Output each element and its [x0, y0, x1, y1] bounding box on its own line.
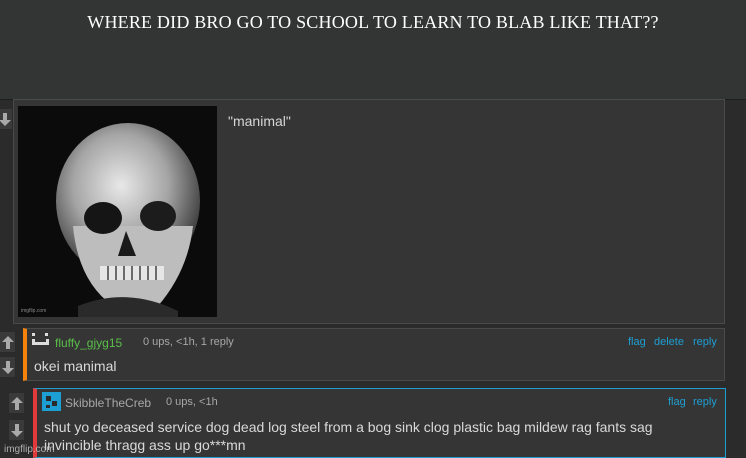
- reply-link[interactable]: reply: [693, 396, 717, 408]
- downvote-button[interactable]: [0, 356, 16, 378]
- arrow-down-icon: [10, 423, 23, 437]
- comment-username[interactable]: SkibbleTheCreb: [65, 396, 151, 410]
- comment-text-line2: invincible thragg ass up go***mn: [44, 437, 246, 453]
- arrow-up-icon: [1, 335, 14, 349]
- skull-image: [18, 106, 217, 317]
- arrow-up-icon: [10, 396, 23, 410]
- avatar-icon: [42, 392, 61, 411]
- avatar-icon: [32, 333, 49, 345]
- flag-link[interactable]: flag: [628, 336, 646, 348]
- comment-meta: 0 ups, <1h: [166, 396, 218, 408]
- comment-text: okei manimal: [34, 358, 117, 374]
- upvote-button[interactable]: [8, 392, 25, 414]
- meme-caption: WHERE DID BRO GO TO SCHOOL TO LEARN TO B…: [87, 12, 659, 32]
- arrow-down-icon: [1, 360, 14, 374]
- image-watermark: imgflip.com: [21, 308, 47, 314]
- arrow-down-icon: [0, 112, 11, 126]
- downvote-button[interactable]: [8, 419, 25, 441]
- downvote-button[interactable]: [0, 108, 13, 130]
- comment-text-line1: shut yo deceased service dog dead log st…: [44, 419, 653, 435]
- comment-username[interactable]: fluffy_gjyg15: [55, 336, 122, 350]
- reply-link[interactable]: reply: [693, 336, 717, 348]
- imgflip-watermark: imgflip.com: [4, 444, 55, 455]
- user-avatar[interactable]: [31, 331, 50, 350]
- skull-illustration: [18, 106, 217, 317]
- comment-meta: 0 ups, <1h, 1 reply: [143, 336, 234, 348]
- delete-link[interactable]: delete: [654, 336, 684, 348]
- meme-caption-bar: WHERE DID BRO GO TO SCHOOL TO LEARN TO B…: [0, 0, 746, 100]
- flag-link[interactable]: flag: [668, 396, 686, 408]
- upvote-button[interactable]: [0, 331, 16, 353]
- user-avatar[interactable]: [42, 392, 61, 411]
- post-text: "manimal": [228, 113, 291, 129]
- comment-panel: [23, 328, 725, 381]
